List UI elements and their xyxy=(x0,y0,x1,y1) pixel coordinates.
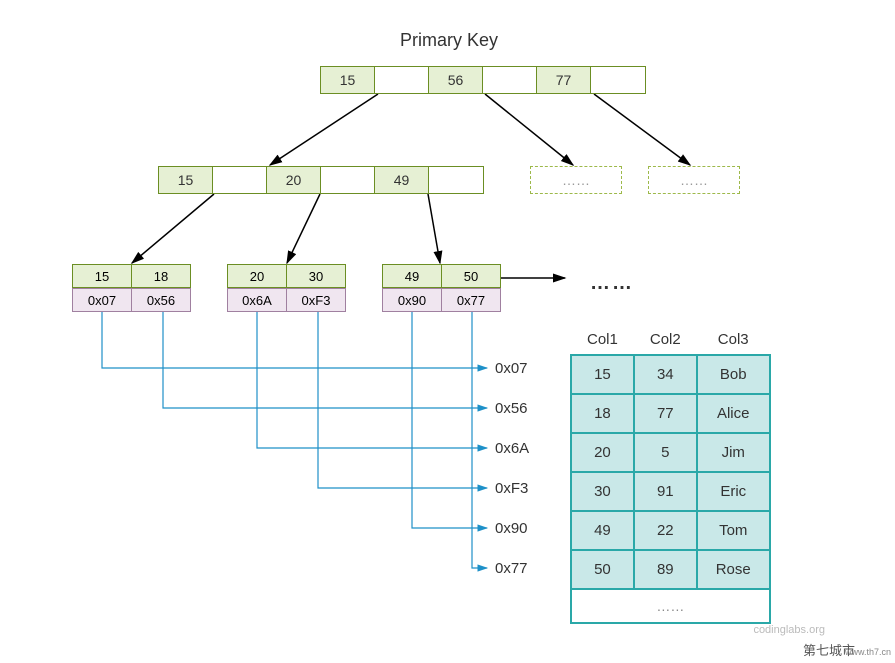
ellipsis: …… xyxy=(590,272,634,295)
leaf-address: 0x6A xyxy=(227,288,287,312)
table-cell: Rose xyxy=(697,550,770,589)
diagram-title: Primary Key xyxy=(400,30,498,51)
table-cell: 50 xyxy=(571,550,634,589)
table-cell: 34 xyxy=(634,355,697,394)
pointer-label: 0x07 xyxy=(495,360,528,377)
table-row: 205Jim xyxy=(571,433,770,472)
root-pointer-slot xyxy=(375,67,429,93)
table-cell: Eric xyxy=(697,472,770,511)
leaf-key: 20 xyxy=(227,264,287,288)
col-header: Col3 xyxy=(697,325,770,355)
internal-pointer-slot xyxy=(429,167,483,193)
leaf-key: 49 xyxy=(382,264,442,288)
root-key: 15 xyxy=(321,67,375,93)
table-row: 3091Eric xyxy=(571,472,770,511)
placeholder-node: …… xyxy=(648,166,740,194)
table-cell: 22 xyxy=(634,511,697,550)
table-cell: Jim xyxy=(697,433,770,472)
pointer-label: 0xF3 xyxy=(495,480,528,497)
table-footer: …… xyxy=(571,589,770,623)
table-cell: Bob xyxy=(697,355,770,394)
pointer-label: 0x77 xyxy=(495,560,528,577)
btree-leaf-node: 49 50 0x90 0x77 xyxy=(383,264,501,312)
btree-leaf-node: 20 30 0x6A 0xF3 xyxy=(228,264,346,312)
leaf-key: 15 xyxy=(72,264,132,288)
btree-leaf-node: 15 18 0x07 0x56 xyxy=(73,264,191,312)
leaf-address: 0x56 xyxy=(131,288,191,312)
table-cell: 5 xyxy=(634,433,697,472)
btree-internal-node: 15 20 49 xyxy=(158,166,484,194)
attribution-label: codinglabs.org xyxy=(753,624,825,636)
root-pointer-slot xyxy=(483,67,537,93)
leaf-key: 18 xyxy=(131,264,191,288)
table-row: 4922Tom xyxy=(571,511,770,550)
table-row: 1877Alice xyxy=(571,394,770,433)
footer-en: www.th7.cn xyxy=(845,647,891,657)
pointer-label: 0x56 xyxy=(495,400,528,417)
data-table: Col1 Col2 Col3 1534Bob 1877Alice 205Jim … xyxy=(570,325,771,624)
internal-pointer-slot xyxy=(213,167,267,193)
btree-root-node: 15 56 77 xyxy=(320,66,646,94)
leaf-key: 30 xyxy=(286,264,346,288)
table-cell: 20 xyxy=(571,433,634,472)
table-row: 5089Rose xyxy=(571,550,770,589)
internal-pointer-slot xyxy=(321,167,375,193)
table-cell: 91 xyxy=(634,472,697,511)
pointer-label: 0x6A xyxy=(495,440,529,457)
placeholder-node: …… xyxy=(530,166,622,194)
table-cell: 15 xyxy=(571,355,634,394)
leaf-address: 0x77 xyxy=(441,288,501,312)
table-cell: Tom xyxy=(697,511,770,550)
internal-key: 15 xyxy=(159,167,213,193)
leaf-address: 0x07 xyxy=(72,288,132,312)
root-pointer-slot xyxy=(591,67,645,93)
table-cell: 77 xyxy=(634,394,697,433)
col-header: Col2 xyxy=(634,325,697,355)
table-cell: 89 xyxy=(634,550,697,589)
internal-key: 20 xyxy=(267,167,321,193)
root-key: 77 xyxy=(537,67,591,93)
internal-key: 49 xyxy=(375,167,429,193)
pointer-label: 0x90 xyxy=(495,520,528,537)
leaf-address: 0xF3 xyxy=(286,288,346,312)
table-cell: 30 xyxy=(571,472,634,511)
col-header: Col1 xyxy=(571,325,634,355)
table-row: 1534Bob xyxy=(571,355,770,394)
leaf-address: 0x90 xyxy=(382,288,442,312)
table-cell: Alice xyxy=(697,394,770,433)
table-cell: 18 xyxy=(571,394,634,433)
table-cell: 49 xyxy=(571,511,634,550)
leaf-key: 50 xyxy=(441,264,501,288)
root-key: 56 xyxy=(429,67,483,93)
